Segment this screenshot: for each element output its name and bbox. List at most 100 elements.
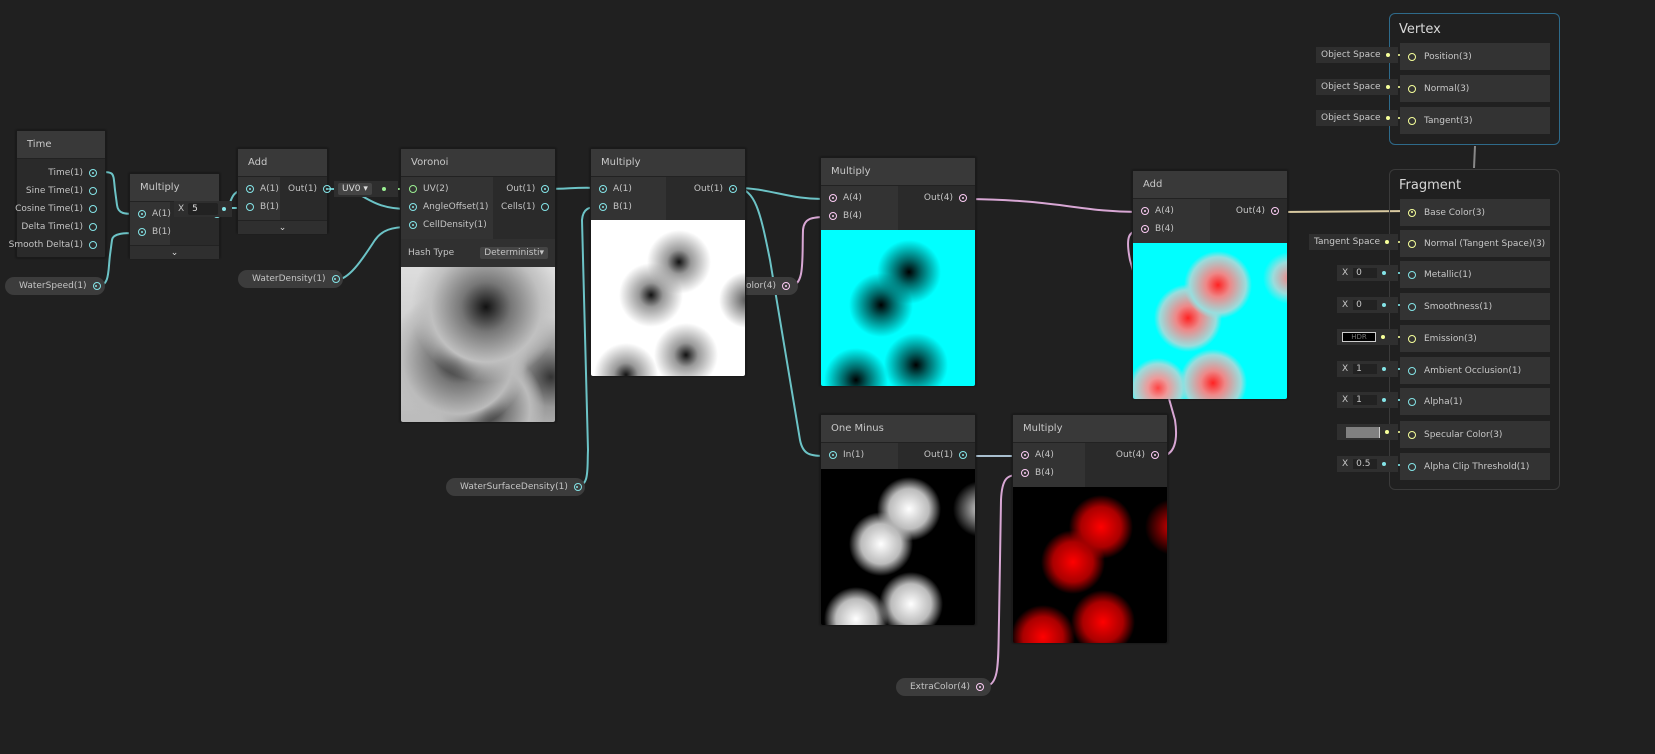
collapse-chevron-icon[interactable]: ⌄ [130, 245, 219, 259]
input-port-in[interactable]: In(1) [821, 446, 898, 464]
output-port-out[interactable]: Out(1) [666, 180, 745, 198]
port-connector-icon[interactable] [89, 169, 97, 177]
output-port-out[interactable]: Out(4) [898, 189, 975, 207]
output-port-delta-time[interactable]: Delta Time(1) [17, 218, 105, 236]
output-port-out[interactable]: Out(1) [898, 446, 975, 464]
output-port-out[interactable]: Out(4) [1210, 202, 1287, 220]
multiply-node-2[interactable]: Multiply A(1) B(1) Out(1) [590, 148, 746, 376]
water-surface-density-property-node[interactable]: WaterSurfaceDensity(1) [446, 478, 585, 496]
port-connector-icon[interactable] [89, 241, 97, 249]
metallic-slot[interactable]: Metallic(1) [1400, 261, 1550, 288]
port-connector-icon[interactable] [573, 483, 582, 491]
input-port-b[interactable]: B(4) [1013, 464, 1085, 482]
input-port-a[interactable]: A(1) [130, 205, 171, 223]
port-connector-icon[interactable] [1408, 239, 1416, 248]
multiply-b-inline-field[interactable]: X 5 [174, 201, 232, 217]
port-connector-icon[interactable] [1408, 116, 1416, 125]
port-connector-icon[interactable] [1408, 397, 1416, 406]
input-port-a[interactable]: A(4) [821, 189, 898, 207]
port-connector-icon[interactable] [1408, 84, 1416, 93]
input-port-b[interactable]: B(4) [1133, 220, 1210, 238]
output-port-cosine-time[interactable]: Cosine Time(1) [15, 200, 105, 218]
vertex-tangent-slot[interactable]: Tangent(3) [1400, 107, 1550, 134]
one-minus-node[interactable]: One Minus In(1) Out(1) [820, 414, 976, 625]
specular-color-field[interactable] [1337, 424, 1398, 440]
port-connector-icon[interactable] [246, 185, 254, 193]
normal-space-field[interactable]: Tangent Space [1309, 234, 1398, 250]
port-connector-icon[interactable] [1408, 52, 1416, 61]
smoothness-slot[interactable]: Smoothness(1) [1400, 293, 1550, 320]
port-connector-icon[interactable] [1408, 366, 1416, 375]
output-port-out[interactable]: Out(4) [1085, 446, 1167, 464]
value-input[interactable]: 5 [188, 203, 219, 215]
port-connector-icon[interactable] [331, 275, 340, 283]
add-node-2[interactable]: Add A(4) B(4) Out(4) [1132, 170, 1288, 399]
port-connector-icon[interactable] [138, 210, 146, 218]
alpha-clip-threshold-field[interactable]: X 0.5 [1337, 456, 1398, 472]
multiply-node-4[interactable]: Multiply A(4) B(4) Out(4) [1012, 414, 1168, 643]
color-swatch[interactable] [1346, 426, 1380, 438]
port-connector-icon[interactable] [246, 203, 254, 211]
port-connector-icon[interactable] [138, 228, 146, 236]
port-connector-icon[interactable] [959, 451, 967, 459]
voronoi-node[interactable]: Voronoi UV(2) AngleOffset(1) CellDensity… [400, 148, 556, 422]
fragment-block[interactable]: Fragment Base Color(3) Normal (Tangent S… [1389, 169, 1560, 490]
vertex-block[interactable]: Vertex Position(3) Normal(3) Tangent(3) [1389, 13, 1560, 145]
port-connector-icon[interactable] [409, 221, 417, 229]
emission-color-field[interactable]: HDR [1337, 329, 1398, 345]
input-port-cell-density[interactable]: CellDensity(1) [401, 216, 493, 234]
collapse-chevron-icon[interactable]: ⌄ [238, 220, 327, 234]
normal-space-field[interactable]: Object Space [1316, 79, 1398, 95]
port-connector-icon[interactable] [976, 683, 985, 691]
hash-type-dropdown[interactable]: Deterministi▾ [480, 247, 548, 259]
metallic-field[interactable]: X0 [1337, 265, 1398, 281]
emission-slot[interactable]: Emission(3) [1400, 325, 1550, 352]
specular-color-slot[interactable]: Specular Color(3) [1400, 421, 1550, 448]
port-connector-icon[interactable] [323, 185, 332, 193]
port-connector-icon[interactable] [1141, 225, 1149, 233]
add-node-1[interactable]: Add A(1) B(1) Out(1) ⌄ [237, 148, 332, 234]
port-connector-icon[interactable] [1408, 270, 1416, 279]
port-connector-icon[interactable] [729, 185, 737, 193]
input-port-b[interactable]: B(1) [591, 198, 666, 216]
port-connector-icon[interactable] [1141, 207, 1149, 215]
input-port-b[interactable]: B(4) [821, 207, 898, 225]
port-connector-icon[interactable] [829, 194, 837, 202]
ambient-occlusion-field[interactable]: X1 [1337, 361, 1398, 377]
port-connector-icon[interactable] [599, 203, 607, 211]
input-port-uv[interactable]: UV(2) [401, 180, 493, 198]
port-connector-icon[interactable] [409, 185, 417, 193]
base-color-slot[interactable]: Base Color(3) [1400, 199, 1550, 226]
port-connector-icon[interactable] [409, 203, 417, 211]
ambient-occlusion-slot[interactable]: Ambient Occlusion(1) [1400, 357, 1550, 384]
alpha-field[interactable]: X1 [1337, 392, 1398, 408]
output-port-smooth-delta[interactable]: Smooth Delta(1) [9, 236, 105, 254]
port-connector-icon[interactable] [1021, 469, 1029, 477]
port-connector-icon[interactable] [959, 194, 967, 202]
port-connector-icon[interactable] [829, 212, 837, 220]
input-port-b[interactable]: B(1) [130, 223, 171, 241]
port-connector-icon[interactable] [782, 282, 790, 290]
normal-slot[interactable]: Normal (Tangent Space)(3) [1400, 230, 1550, 257]
water-density-property-node[interactable]: WaterDensity(1) [238, 270, 343, 288]
input-port-a[interactable]: A(4) [1013, 446, 1085, 464]
port-connector-icon[interactable] [1408, 462, 1416, 471]
multiply-node-3[interactable]: Multiply A(4) B(4) Out(4) [820, 157, 976, 386]
input-port-b[interactable]: B(1) [238, 198, 280, 216]
port-connector-icon[interactable] [1271, 207, 1279, 215]
port-connector-icon[interactable] [1151, 451, 1159, 459]
port-connector-icon[interactable] [541, 185, 550, 193]
port-connector-icon[interactable] [829, 451, 837, 459]
input-port-a[interactable]: A(4) [1133, 202, 1210, 220]
position-space-field[interactable]: Object Space [1316, 47, 1398, 63]
uv-channel-field[interactable]: UV0 ▾ [334, 181, 398, 197]
port-connector-icon[interactable] [92, 282, 101, 290]
output-port-out[interactable]: Out(1) [280, 180, 339, 198]
alpha-clip-threshold-slot[interactable]: Alpha Clip Threshold(1) [1400, 453, 1550, 480]
vertex-normal-slot[interactable]: Normal(3) [1400, 75, 1550, 102]
output-port-out[interactable]: Out(1) [493, 180, 557, 198]
extra-color-property-node[interactable]: ExtraColor(4) [896, 678, 991, 696]
port-connector-icon[interactable] [89, 223, 97, 231]
port-connector-icon[interactable] [1408, 302, 1416, 311]
time-node[interactable]: Time Time(1) Sine Time(1) Cosine Time(1)… [9, 130, 106, 258]
